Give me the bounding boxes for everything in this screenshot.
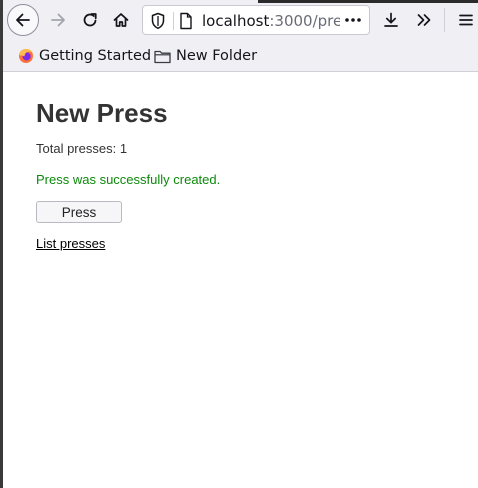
window-left-edge [0,0,3,488]
success-notice: Press was successfully created. [36,172,221,187]
firefox-logo-icon [18,48,34,64]
reload-icon [83,13,97,27]
forward-button[interactable] [43,5,73,35]
bookmarks-toolbar: Getting Started New Folder [6,40,478,70]
shield-icon[interactable] [150,12,166,30]
list-presses-link[interactable]: List presses [36,236,105,251]
url-text[interactable]: localhost:3000/presses/new [202,11,340,31]
reload-button[interactable] [75,5,105,35]
arrow-left-icon [16,13,30,27]
url-bar[interactable]: localhost:3000/presses/new [142,5,370,35]
hamburger-menu-icon [459,14,473,26]
bookmark-label: Getting Started [39,48,152,64]
total-presses-text: Total presses: 1 [36,141,128,156]
press-button[interactable]: Press [36,201,122,223]
downloads-button[interactable] [376,5,406,35]
download-icon [384,12,398,27]
page-actions-button[interactable] [343,10,363,30]
back-button[interactable] [7,4,39,36]
url-separator [173,12,174,30]
browser-toolbar: localhost:3000/presses/new Getting Start… [3,0,478,72]
arrow-right-icon [51,13,65,27]
bookmark-label: New Folder [176,48,258,64]
ellipsis-icon [345,18,361,22]
home-icon [113,13,129,27]
chevron-double-right-icon [417,14,431,26]
folder-icon [154,49,171,64]
overflow-menu-button[interactable] [409,5,439,35]
url-host: localhost [202,12,270,30]
page-icon[interactable] [178,12,194,30]
home-button[interactable] [106,5,136,35]
page-title: New Press [36,98,168,128]
app-menu-button[interactable] [451,5,478,35]
window-top-strip [258,0,478,3]
url-path: :3000/presses/new [269,12,340,30]
bookmark-new-folder[interactable]: New Folder [154,46,257,66]
toolbar-separator [444,8,445,32]
bookmark-getting-started[interactable]: Getting Started [18,46,151,66]
